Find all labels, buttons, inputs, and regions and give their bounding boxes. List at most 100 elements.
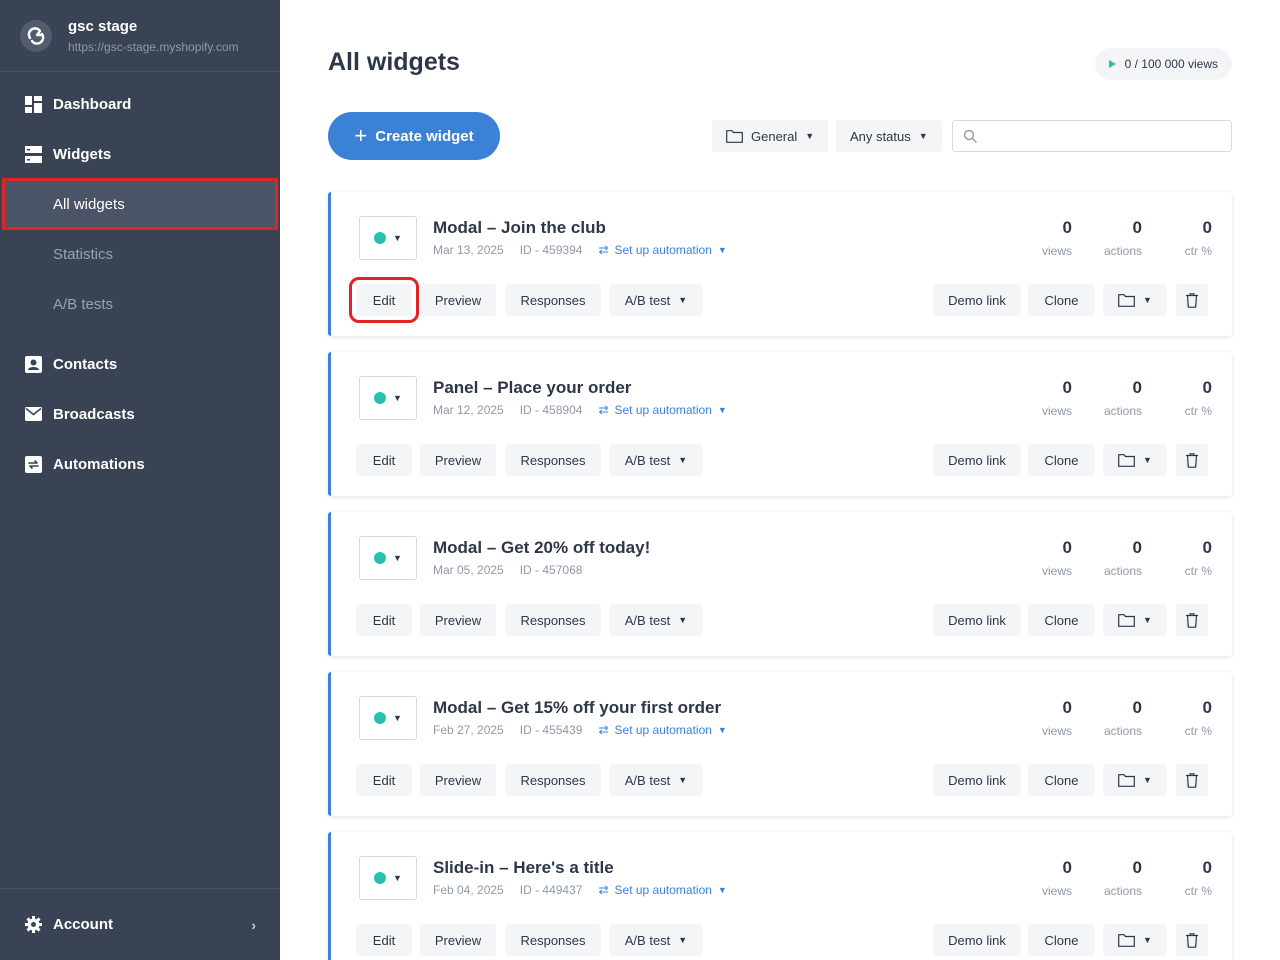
sidebar-item-label: Widgets	[53, 145, 112, 163]
views-label: views	[1041, 564, 1072, 578]
widget-title[interactable]: Modal – Join the club	[433, 218, 606, 238]
preview-button[interactable]: Preview	[420, 444, 496, 476]
create-widget-button[interactable]: + Create widget	[328, 112, 500, 160]
edit-button[interactable]: Edit	[356, 444, 412, 476]
ab-test-dropdown[interactable]: A/B test ▼	[609, 924, 703, 956]
clone-button[interactable]: Clone	[1028, 284, 1095, 316]
sidebar-item-label: Dashboard	[53, 95, 132, 113]
ctr-label: ctr %	[1184, 724, 1212, 738]
responses-button[interactable]: Responses	[505, 284, 601, 316]
sidebar-item-contacts[interactable]: Contacts	[0, 339, 280, 389]
delete-button[interactable]	[1176, 924, 1208, 956]
status-dropdown[interactable]: ▼	[359, 696, 417, 740]
preview-button[interactable]: Preview	[420, 764, 496, 796]
demo-link-button[interactable]: Demo link	[933, 444, 1021, 476]
preview-button[interactable]: Preview	[420, 924, 496, 956]
move-folder-dropdown[interactable]: ▼	[1103, 604, 1167, 636]
status-active-icon	[374, 232, 387, 244]
ab-test-dropdown[interactable]: A/B test ▼	[609, 604, 703, 636]
status-dropdown[interactable]: ▼	[359, 216, 417, 260]
trash-icon	[1186, 292, 1198, 308]
demo-link-button[interactable]: Demo link	[933, 284, 1021, 316]
clone-button[interactable]: Clone	[1028, 924, 1095, 956]
actions-stat: 0 actions	[1072, 698, 1142, 738]
ab-test-dropdown[interactable]: A/B test ▼	[609, 444, 703, 476]
status-dropdown[interactable]: ▼	[359, 536, 417, 580]
store-url: https://gsc-stage.myshopify.com	[68, 39, 239, 54]
ctr-label: ctr %	[1184, 404, 1212, 418]
move-folder-dropdown[interactable]: ▼	[1103, 284, 1167, 316]
widget-date: Mar 13, 2025	[433, 243, 504, 257]
search-box[interactable]	[952, 120, 1232, 152]
widget-date: Mar 05, 2025	[433, 563, 504, 577]
sidebar-item-automations[interactable]: Automations	[0, 439, 280, 489]
chevron-down-icon: ▼	[678, 295, 688, 305]
setup-automation-link[interactable]: ⇄ Set up automation ▼	[598, 243, 726, 257]
ab-test-dropdown[interactable]: A/B test ▼	[609, 764, 703, 796]
responses-button[interactable]: Responses	[505, 604, 601, 636]
ab-test-label: A/B test	[624, 452, 671, 468]
clone-button[interactable]: Clone	[1028, 764, 1095, 796]
ctr-count: 0	[1202, 538, 1212, 557]
edit-button[interactable]: Edit	[356, 764, 412, 796]
ctr-stat: 0 ctr %	[1142, 218, 1212, 258]
chevron-down-icon: ▼	[678, 775, 688, 785]
responses-button[interactable]: Responses	[505, 764, 601, 796]
demo-link-button[interactable]: Demo link	[933, 764, 1021, 796]
widget-title[interactable]: Modal – Get 20% off today!	[433, 538, 650, 558]
clone-button[interactable]: Clone	[1028, 444, 1095, 476]
views-quota-badge: 0 / 100 000 views	[1094, 48, 1232, 80]
move-folder-dropdown[interactable]: ▼	[1103, 764, 1167, 796]
sidebar-item-statistics[interactable]: Statistics	[0, 229, 280, 279]
widget-date: Feb 27, 2025	[433, 723, 504, 737]
widget-date: Mar 12, 2025	[433, 403, 504, 417]
store-switcher[interactable]: gsc stage https://gsc-stage.myshopify.co…	[0, 0, 280, 72]
clone-button[interactable]: Clone	[1028, 604, 1095, 636]
responses-button[interactable]: Responses	[505, 444, 601, 476]
move-folder-dropdown[interactable]: ▼	[1103, 444, 1167, 476]
move-folder-dropdown[interactable]: ▼	[1103, 924, 1167, 956]
setup-automation-link[interactable]: ⇄ Set up automation ▼	[598, 883, 726, 897]
ctr-stat: 0 ctr %	[1142, 378, 1212, 418]
repeat-icon: ⇄	[598, 243, 609, 257]
preview-button[interactable]: Preview	[420, 284, 496, 316]
edit-button[interactable]: Edit	[349, 277, 419, 323]
delete-button[interactable]	[1176, 604, 1208, 636]
demo-link-button[interactable]: Demo link	[933, 604, 1021, 636]
search-input[interactable]	[985, 128, 1231, 144]
sidebar-item-account[interactable]: Account ›	[0, 888, 280, 960]
widget-title[interactable]: Modal – Get 15% off your first order	[433, 698, 721, 718]
setup-automation-link[interactable]: ⇄ Set up automation ▼	[598, 403, 726, 417]
actions-count: 0	[1132, 218, 1142, 237]
views-stat: 0 views	[1002, 538, 1072, 578]
folder-filter-dropdown[interactable]: General ▼	[712, 120, 829, 152]
chevron-down-icon: ▼	[918, 131, 928, 141]
sidebar-item-all-widgets[interactable]: All widgets	[2, 178, 278, 230]
views-count: 0	[1062, 218, 1072, 237]
delete-button[interactable]	[1176, 284, 1208, 316]
edit-button[interactable]: Edit	[356, 924, 412, 956]
status-active-icon	[374, 552, 387, 564]
folder-icon	[1118, 933, 1135, 947]
widget-title[interactable]: Panel – Place your order	[433, 378, 631, 398]
status-dropdown[interactable]: ▼	[359, 856, 417, 900]
views-count: 0	[1062, 858, 1072, 877]
setup-automation-link[interactable]: ⇄ Set up automation ▼	[598, 723, 726, 737]
delete-button[interactable]	[1176, 444, 1208, 476]
sidebar-item-dashboard[interactable]: Dashboard	[0, 79, 280, 129]
sidebar-item-ab-tests[interactable]: A/B tests	[0, 279, 280, 329]
edit-button[interactable]: Edit	[356, 604, 412, 636]
preview-button[interactable]: Preview	[420, 604, 496, 636]
chevron-down-icon: ▼	[1143, 455, 1152, 465]
delete-button[interactable]	[1176, 764, 1208, 796]
sidebar-item-widgets[interactable]: Widgets	[0, 129, 280, 179]
status-dropdown[interactable]: ▼	[359, 376, 417, 420]
widget-title[interactable]: Slide-in – Here's a title	[433, 858, 614, 878]
responses-button[interactable]: Responses	[505, 924, 601, 956]
status-filter-dropdown[interactable]: Any status ▼	[836, 120, 942, 152]
ab-test-dropdown[interactable]: A/B test ▼	[609, 284, 703, 316]
folder-icon	[1118, 613, 1135, 627]
store-name: gsc stage	[68, 17, 138, 35]
demo-link-button[interactable]: Demo link	[933, 924, 1021, 956]
sidebar-item-broadcasts[interactable]: Broadcasts	[0, 389, 280, 439]
